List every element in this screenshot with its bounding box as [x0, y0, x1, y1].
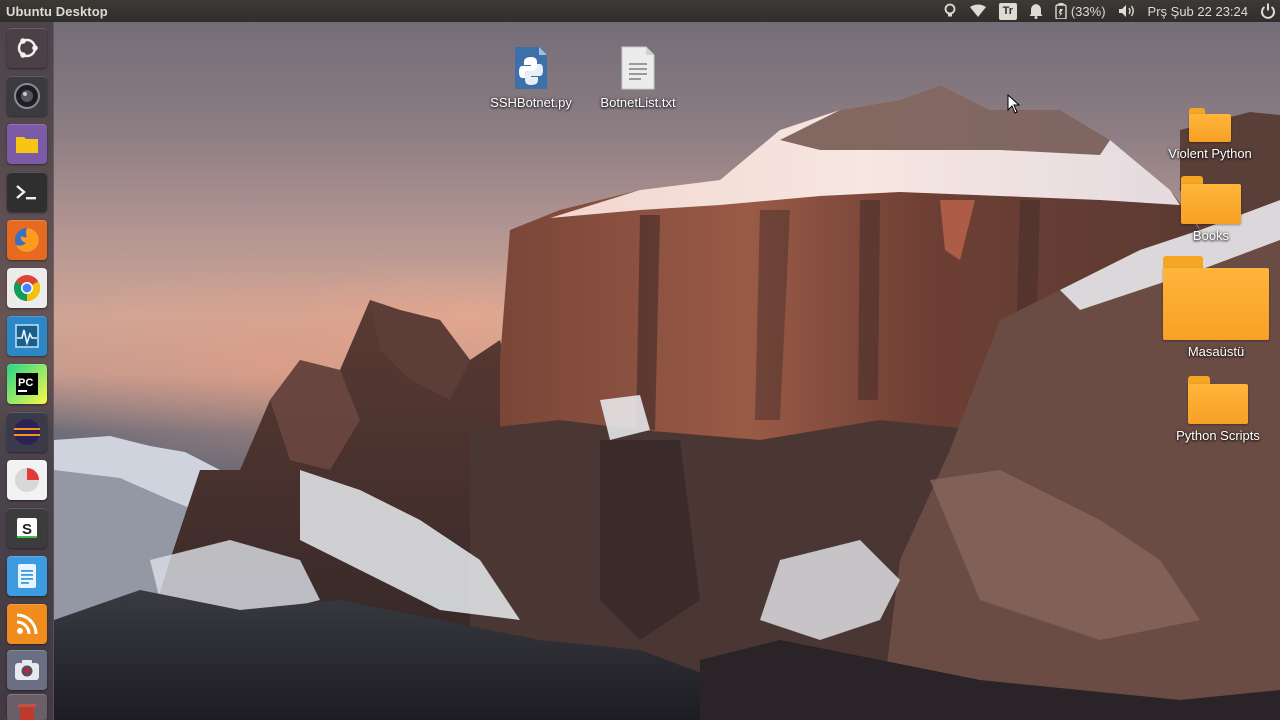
desktop-file-botnetlist[interactable]: BotnetList.txt	[592, 45, 684, 110]
launcher-tile-firefox	[7, 220, 47, 260]
power-icon	[1261, 3, 1275, 19]
launcher-item-eclipse[interactable]	[5, 410, 49, 454]
webcam-icon	[14, 83, 40, 109]
mouse-pointer-icon	[1007, 94, 1021, 114]
launcher-tile-chrome	[7, 268, 47, 308]
eclipse-icon	[14, 419, 40, 445]
launcher-item-disk-usage[interactable]	[5, 458, 49, 502]
bulb-indicator[interactable]	[937, 0, 963, 22]
desktop-folder-python-scripts[interactable]: Python Scripts	[1168, 376, 1268, 443]
speaker-icon	[1118, 5, 1134, 17]
svg-text:PC: PC	[18, 377, 33, 389]
desktop-file-label: BotnetList.txt	[600, 95, 676, 110]
notification-indicator[interactable]	[1023, 0, 1049, 22]
desktop-folder-label: Books	[1192, 228, 1230, 243]
launcher-tile-trash	[7, 694, 47, 720]
session-indicator[interactable]	[1254, 0, 1280, 22]
launcher-tile-terminal	[7, 172, 47, 212]
launcher-item-chrome[interactable]	[5, 266, 49, 310]
desktop-folder-label: Python Scripts	[1176, 428, 1260, 443]
system-monitor-icon	[15, 324, 39, 348]
launcher-tile-disk-usage	[7, 460, 47, 500]
launcher-item-rss[interactable]	[5, 602, 49, 646]
desktop-folder-masaustu[interactable]: Masaüstü	[1162, 256, 1270, 359]
launcher-tile-system-monitor	[7, 316, 47, 356]
folder-icon	[1181, 176, 1241, 224]
folder-icon	[1163, 256, 1269, 340]
desktop-folder-label: Violent Python	[1168, 146, 1252, 161]
clock-datetime: Prş Şub 22 23:24	[1147, 3, 1248, 19]
launcher-tile-text-editor	[7, 556, 47, 596]
bell-icon	[1029, 4, 1043, 19]
chrome-icon	[13, 275, 41, 302]
terminal-icon	[16, 185, 36, 200]
launcher-item-pycharm[interactable]: PC	[5, 362, 49, 406]
battery-icon	[1055, 3, 1067, 19]
wifi-indicator[interactable]	[963, 0, 993, 22]
desktop-folder-label: Masaüstü	[1187, 344, 1245, 359]
keyboard-indicator[interactable]: Tr	[993, 0, 1023, 22]
launcher-item-files[interactable]	[5, 122, 49, 166]
camera-icon	[15, 660, 39, 680]
launcher-tile-rss	[7, 604, 47, 644]
launcher-tile-dash	[7, 28, 47, 68]
pycharm-icon: PC	[16, 373, 38, 395]
launcher-item-screenshot[interactable]	[5, 648, 49, 692]
launcher-tile-sublime: S	[7, 508, 47, 548]
launcher: PC S	[0, 22, 54, 720]
launcher-item-firefox[interactable]	[5, 218, 49, 262]
ubuntu-logo-icon	[17, 38, 38, 58]
keyboard-layout-badge: Tr	[998, 2, 1017, 20]
launcher-tile-webcam	[7, 76, 47, 116]
launcher-item-dash[interactable]	[5, 26, 49, 70]
launcher-item-system-monitor[interactable]	[5, 314, 49, 358]
svg-text:S: S	[22, 521, 32, 538]
launcher-tile-eclipse	[7, 412, 47, 452]
desktop-folder-books[interactable]: Books	[1166, 176, 1256, 243]
window-title: Ubuntu Desktop	[6, 3, 108, 19]
firefox-icon	[15, 228, 39, 252]
trash-icon	[18, 704, 36, 720]
folder-icon	[16, 137, 38, 153]
indicator-area: Tr (33%) Prş Şub 22 23:24	[937, 0, 1280, 22]
folder-icon	[1188, 376, 1248, 424]
pie-chart-icon	[15, 468, 39, 492]
sublime-s-icon: S	[17, 518, 37, 538]
battery-indicator[interactable]: (33%)	[1049, 0, 1112, 22]
launcher-item-sublime[interactable]: S	[5, 506, 49, 550]
battery-percent: (33%)	[1070, 3, 1106, 19]
clock-indicator[interactable]: Prş Şub 22 23:24	[1142, 0, 1254, 22]
launcher-item-terminal[interactable]	[5, 170, 49, 214]
launcher-tile-pycharm: PC	[7, 364, 47, 404]
folder-icon	[1189, 108, 1231, 142]
launcher-item-text-editor[interactable]	[5, 554, 49, 598]
launcher-item-webcam[interactable]	[5, 74, 49, 118]
rss-icon	[16, 613, 38, 635]
launcher-tile-files	[7, 124, 47, 164]
text-file-icon	[621, 46, 655, 90]
python-file-icon	[515, 47, 547, 89]
launcher-tile-screenshot	[7, 650, 47, 690]
wifi-icon	[969, 4, 986, 17]
top-panel: Ubuntu Desktop Tr (33%) Prş Şub 22 23:24	[0, 0, 1280, 22]
sound-indicator[interactable]	[1112, 0, 1142, 22]
desktop-folder-violent-python[interactable]: Violent Python	[1162, 108, 1258, 161]
launcher-item-trash[interactable]	[5, 694, 49, 720]
desktop-file-sshbotnet[interactable]: SSHBotnet.py	[486, 45, 576, 110]
desktop-file-label: SSHBotnet.py	[490, 95, 572, 110]
document-icon	[18, 564, 36, 588]
lightbulb-icon	[944, 3, 956, 17]
